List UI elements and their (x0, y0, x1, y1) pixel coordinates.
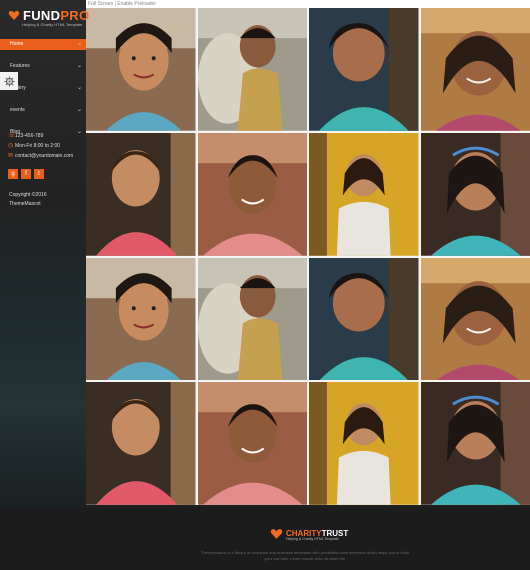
contact-hours: ◷ Mon-Fri 8:00 to 2:00 (8, 141, 73, 151)
chevron-down-icon: ⌄ (76, 129, 82, 135)
gallery-photo-girl-headband (420, 382, 530, 505)
social-links: g f t (8, 169, 44, 179)
gallery-tile[interactable] (86, 132, 196, 256)
gallery-tile[interactable] (86, 8, 196, 131)
email-text: contact@yourdomain.com (15, 153, 74, 159)
gallery-photo-girl-yellow-wall (309, 382, 419, 505)
photo-gallery (86, 8, 530, 505)
copyright-line: Copyright ©2016 (9, 192, 47, 198)
settings-toggle[interactable] (0, 72, 18, 90)
gallery-tile[interactable] (420, 8, 530, 131)
chevron-down-icon: ⌄ (76, 107, 82, 113)
chevron-down-icon: ⌄ (76, 41, 82, 47)
gallery-photo-child-teal-shirt (309, 257, 419, 381)
envelope-icon: ✉ (8, 153, 14, 159)
nav-label: events (10, 107, 25, 113)
clock-icon: ◷ (8, 143, 14, 149)
sidebar: FUNDPRO Helping & Charity HTML Template … (0, 0, 90, 508)
gallery-photo-girl-pink-scarf (197, 382, 307, 505)
brand-name-b: PRO (60, 7, 90, 23)
breadcrumb: Full Screen | Enable Preloader (86, 0, 530, 8)
google-plus-icon[interactable]: g (8, 169, 18, 179)
gallery-tile[interactable] (197, 257, 307, 381)
gallery-photo-girl-smiling (86, 8, 196, 131)
gallery-tile[interactable] (420, 132, 530, 256)
phone-icon: ☏ (8, 133, 16, 139)
nav-label: Features (10, 63, 30, 69)
chevron-down-icon: ⌄ (76, 63, 82, 69)
gallery-tile[interactable] (420, 257, 530, 381)
hours-text: Mon-Fri 8:00 to 2:00 (15, 143, 61, 149)
gallery-tile[interactable] (420, 382, 530, 505)
gallery-photo-boy-red-shirt (86, 132, 196, 256)
brand-tagline: Helping & Charity HTML Template (22, 22, 83, 27)
gallery-photo-girl-yellow-wall (309, 132, 419, 256)
gallery-tile[interactable] (309, 257, 419, 381)
footer: CHARITYTRUST Helping & Charity HTML Temp… (0, 508, 530, 570)
chevron-down-icon: ⌄ (76, 85, 82, 91)
contact-email[interactable]: ✉ contact@yourdomain.com (8, 151, 73, 161)
gallery-photo-girl-headband (420, 132, 530, 256)
heart-hands-icon (270, 529, 283, 539)
gallery-photo-girl-smiling (86, 257, 196, 381)
gallery-photo-child-teal-shirt (309, 8, 419, 131)
gallery-photo-girl-pink-scarf (197, 132, 307, 256)
gallery-photo-girl-pink-top (420, 8, 530, 131)
gallery-tile[interactable] (309, 382, 419, 505)
contact-phone: ☏ 123-456-789 (8, 131, 73, 141)
gallery-photo-boy-with-bag (197, 257, 307, 381)
gallery-tile[interactable] (86, 382, 196, 505)
gallery-tile[interactable] (197, 382, 307, 505)
gear-icon (3, 75, 15, 87)
brand-name-a: FUND (23, 7, 61, 23)
gallery-tile[interactable] (197, 8, 307, 131)
gallery-tile[interactable] (309, 8, 419, 131)
gallery-photo-boy-red-shirt (86, 382, 196, 505)
nav-label: Home (10, 41, 24, 47)
twitter-icon[interactable]: t (34, 169, 44, 179)
gallery-tile[interactable] (197, 132, 307, 256)
copyright-author[interactable]: ThemeMascot (9, 200, 47, 209)
gallery-tile[interactable] (309, 132, 419, 256)
footer-tagline: Helping & Charity HTML Template (286, 537, 339, 541)
facebook-icon[interactable]: f (21, 169, 31, 179)
phone-text: 123-456-789 (15, 133, 44, 139)
contact-info: ☏ 123-456-789 ◷ Mon-Fri 8:00 to 2:00 ✉ cont… (8, 131, 73, 161)
brand-logo[interactable]: FUNDPRO (8, 7, 90, 23)
gallery-photo-boy-with-bag (197, 8, 307, 131)
gallery-photo-girl-pink-top (420, 257, 530, 381)
nav-item-events[interactable]: events ⌄ (0, 105, 86, 116)
nav-item-home[interactable]: Home ⌄ (0, 39, 86, 50)
gallery-tile[interactable] (86, 257, 196, 381)
copyright: Copyright ©2016 ThemeMascot (9, 191, 47, 209)
nav-item-features[interactable]: Features ⌄ (0, 61, 86, 72)
footer-description: ThemeMascot is a library of corporate an… (201, 550, 409, 561)
heart-hands-icon (8, 10, 20, 20)
